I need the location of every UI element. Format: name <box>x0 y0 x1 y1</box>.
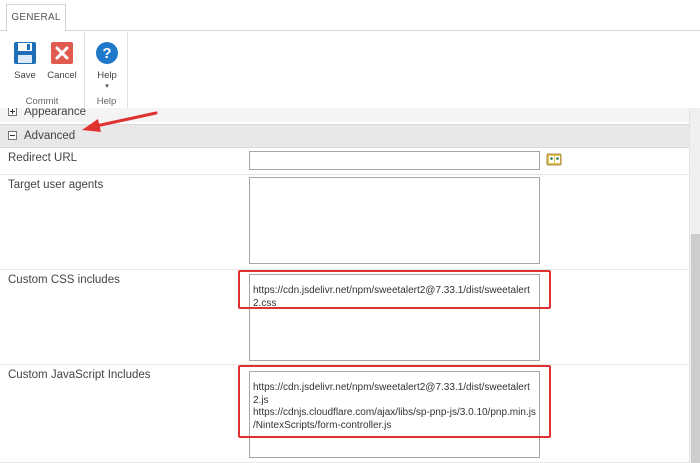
custom-js-row: Custom JavaScript Includes https://cdn.j… <box>0 365 689 463</box>
cancel-icon <box>51 42 73 64</box>
custom-css-row: Custom CSS includes https://cdn.jsdelivr… <box>0 270 689 365</box>
help-label: Help <box>97 70 117 81</box>
commit-group-label: Commit <box>25 96 59 107</box>
chevron-down-icon: ▾ <box>105 83 109 90</box>
settings-panel: Appearance Advanced Redirect URL Target … <box>0 108 689 463</box>
help-button[interactable]: ? Help ▾ <box>89 38 125 90</box>
section-appearance-label: Appearance <box>24 108 87 118</box>
help-group: ? Help ▾ Help <box>86 32 128 108</box>
custom-js-label: Custom JavaScript Includes <box>8 369 151 381</box>
help-icon: ? <box>96 42 118 64</box>
section-appearance[interactable]: Appearance <box>0 108 689 122</box>
scrollbar-thumb[interactable] <box>691 234 700 463</box>
expand-icon[interactable] <box>8 108 17 116</box>
tab-general[interactable]: GENERAL <box>6 4 66 32</box>
cancel-button[interactable]: Cancel <box>44 38 80 88</box>
collapse-icon[interactable] <box>8 131 17 140</box>
commit-group: Save Cancel Commit <box>0 32 85 108</box>
target-user-agents-row: Target user agents <box>0 175 689 270</box>
ribbon-tab-bar: GENERAL <box>0 0 700 32</box>
section-advanced-label: Advanced <box>24 130 76 142</box>
save-button[interactable]: Save <box>7 38 43 88</box>
redirect-url-input[interactable] <box>249 151 540 170</box>
ribbon: GENERAL Save Cancel Commit ? Help ▾ Help <box>0 0 700 108</box>
svg-text:?: ? <box>102 45 111 62</box>
redirect-url-row: Redirect URL <box>0 148 689 175</box>
cancel-label: Cancel <box>47 70 77 81</box>
save-label: Save <box>14 70 36 81</box>
save-icon <box>14 42 36 64</box>
target-user-agents-label: Target user agents <box>8 179 104 191</box>
section-advanced[interactable]: Advanced <box>0 124 689 148</box>
address-book-icon[interactable] <box>546 152 562 166</box>
custom-css-label: Custom CSS includes <box>8 274 120 286</box>
redirect-url-label: Redirect URL <box>8 152 78 164</box>
vertical-scrollbar[interactable] <box>689 108 700 463</box>
custom-css-textarea[interactable]: https://cdn.jsdelivr.net/npm/sweetalert2… <box>249 274 540 361</box>
help-group-label: Help <box>96 96 117 107</box>
custom-js-textarea[interactable]: https://cdn.jsdelivr.net/npm/sweetalert2… <box>249 371 540 458</box>
target-user-agents-textarea[interactable] <box>249 177 540 264</box>
